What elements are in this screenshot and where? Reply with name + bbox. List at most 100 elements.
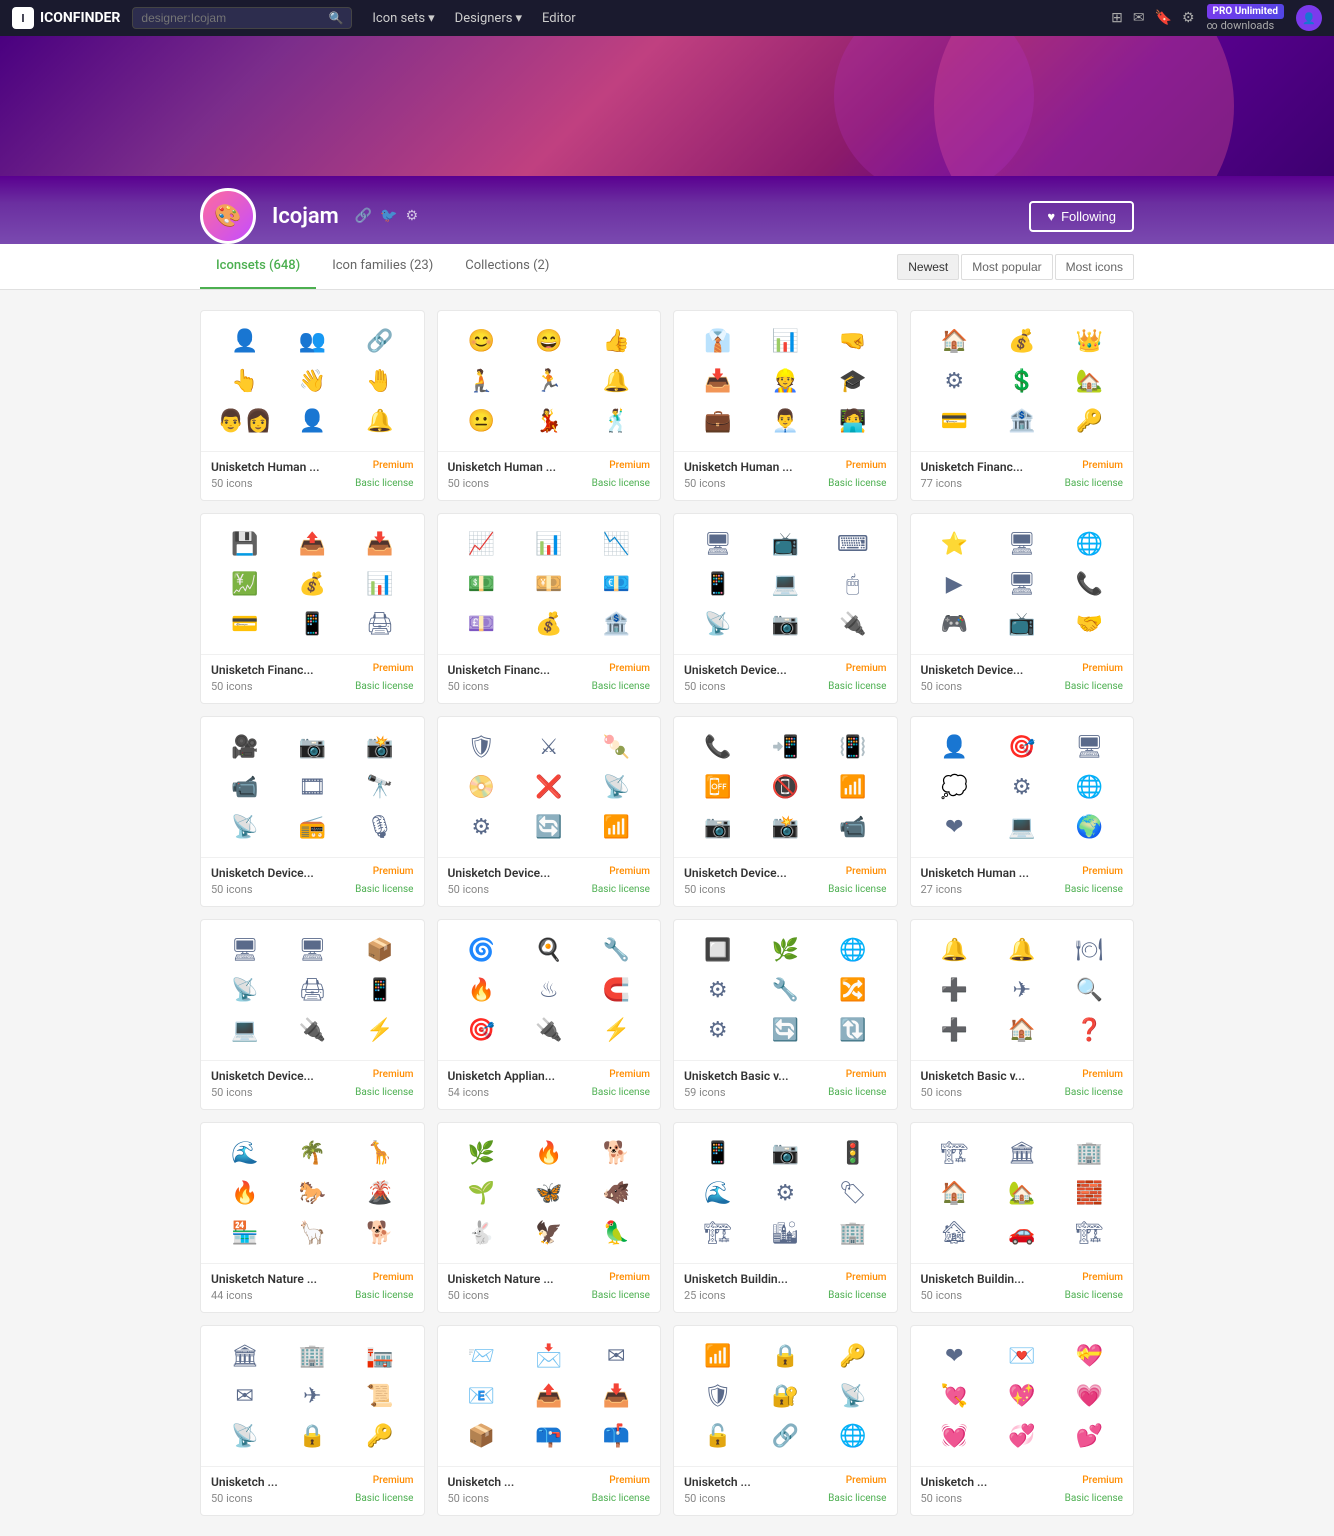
icon-symbol: 👤 bbox=[923, 729, 987, 765]
nav-icon-sets[interactable]: Icon sets ▾ bbox=[364, 7, 442, 30]
icon-symbol: ⚙ bbox=[923, 363, 987, 399]
profile-avatar: 🎨 bbox=[200, 188, 256, 244]
icon-card[interactable]: 💾📤📥💹💰📊💳📱🖨 Unisketch Financ... Premium 50… bbox=[200, 513, 425, 704]
following-button[interactable]: ♥ Following bbox=[1029, 201, 1134, 232]
icon-symbol: 💷 bbox=[450, 606, 514, 642]
tab-icon-families[interactable]: Icon families (23) bbox=[316, 244, 449, 289]
icon-symbol: 💰 bbox=[990, 323, 1054, 359]
icon-symbol: 🧎 bbox=[450, 363, 514, 399]
link-icon[interactable]: 🔗 bbox=[355, 208, 372, 224]
icon-card[interactable]: 🖥📺⌨📱💻🖱📡📷🔌 Unisketch Device... Premium 50… bbox=[673, 513, 898, 704]
tab-collections[interactable]: Collections (2) bbox=[449, 244, 565, 289]
icon-card[interactable]: 🏛🏢🏣✉✈📜📡🔒🔑 Unisketch ... Premium 50 icons… bbox=[200, 1325, 425, 1516]
icon-card[interactable]: 😊😄👍🧎🏃🔔😐💃🕺 Unisketch Human ... Premium 50… bbox=[437, 310, 662, 501]
icon-card[interactable]: 👤👥🔗👆👋🤚👨‍👩👤🔔 Unisketch Human ... Premium … bbox=[200, 310, 425, 501]
sort-most-popular[interactable]: Most popular bbox=[961, 254, 1052, 280]
icon-symbol: 💓 bbox=[923, 1418, 987, 1454]
card-license: Basic license bbox=[592, 1087, 650, 1098]
icon-symbol: 🏦 bbox=[990, 403, 1054, 439]
premium-badge: Premium bbox=[373, 866, 414, 877]
card-title: Unisketch Nature ... bbox=[448, 1272, 554, 1286]
icon-symbol: ❌ bbox=[517, 769, 581, 805]
bookmark-icon[interactable]: 🔖 bbox=[1155, 10, 1172, 26]
icon-card[interactable]: 📈📊📉💵💴💶💷💰🏦 Unisketch Financ... Premium 50… bbox=[437, 513, 662, 704]
icon-card[interactable]: 🏠💰👑⚙💲🏡💳🏦🔑 Unisketch Financ... Premium 77… bbox=[910, 310, 1135, 501]
icon-symbol: 👆 bbox=[213, 363, 277, 399]
nav-designers[interactable]: Designers ▾ bbox=[447, 7, 530, 30]
icon-symbol: 📸 bbox=[754, 809, 818, 845]
icon-symbol: 📱 bbox=[686, 566, 750, 602]
icon-card[interactable]: 🏗🏛🏢🏠🏡🧱🏚🚗🏗 Unisketch Buildin... Premium 5… bbox=[910, 1122, 1135, 1313]
icon-symbol: 💃 bbox=[517, 403, 581, 439]
icon-card[interactable]: 📶🔒🔑🛡🔐📡🔓🔗🌐 Unisketch ... Premium 50 icons… bbox=[673, 1325, 898, 1516]
premium-badge: Premium bbox=[373, 663, 414, 674]
settings-icon[interactable]: ⚙ bbox=[406, 208, 419, 224]
pro-downloads: ∞ downloads bbox=[1207, 19, 1284, 32]
premium-badge: Premium bbox=[1082, 866, 1123, 877]
premium-badge: Premium bbox=[373, 460, 414, 471]
icon-card[interactable]: 🖥🖥📦📡🖨📱💻🔌⚡ Unisketch Device... Premium 50… bbox=[200, 919, 425, 1110]
icon-card[interactable]: 🛡⚔🍡📀❌📡⚙🔄📶 Unisketch Device... Premium 50… bbox=[437, 716, 662, 907]
icon-card[interactable]: ⭐🖥🌐▶🖥📞🎮📺🤝 Unisketch Device... Premium 50… bbox=[910, 513, 1135, 704]
icon-card[interactable]: 👤🎯🖥💭⚙🌐❤💻🌍 Unisketch Human ... Premium 27… bbox=[910, 716, 1135, 907]
search-input[interactable] bbox=[141, 11, 322, 25]
icon-symbol: 😊 bbox=[450, 323, 514, 359]
icon-symbol: ⚡ bbox=[348, 1012, 412, 1048]
icon-symbol: 📱 bbox=[348, 972, 412, 1008]
card-license: Basic license bbox=[1065, 681, 1123, 692]
premium-badge: Premium bbox=[609, 663, 650, 674]
icon-symbol: 🛡 bbox=[686, 1378, 750, 1414]
card-title: Unisketch ... bbox=[921, 1475, 988, 1489]
icon-card[interactable]: 📱📷🚦🌊⚙🏷🏗🏙🏢 Unisketch Buildin... Premium 2… bbox=[673, 1122, 898, 1313]
grid-icon[interactable]: ⊞ bbox=[1111, 10, 1123, 26]
icon-card[interactable]: 👔📊🤜📥👷🎓💼👨‍💼🧑‍💻 Unisketch Human ... Premiu… bbox=[673, 310, 898, 501]
icon-symbol: 💰 bbox=[517, 606, 581, 642]
icon-card[interactable]: 🔲🌿🌐⚙🔧🔀⚙🔄🔃 Unisketch Basic v... Premium 5… bbox=[673, 919, 898, 1110]
icon-symbol: 🔥 bbox=[450, 972, 514, 1008]
icon-symbol: ⚙ bbox=[450, 809, 514, 845]
card-title: Unisketch ... bbox=[211, 1475, 278, 1489]
logo-text: ICONFINDER bbox=[40, 10, 120, 26]
card-license: Basic license bbox=[1065, 884, 1123, 895]
icon-card[interactable]: ❤💌💝💘💖💗💓💞💕 Unisketch ... Premium 50 icons… bbox=[910, 1325, 1135, 1516]
icon-card[interactable]: 📞📲📳📴📵📶📷📸📹 Unisketch Device... Premium 50… bbox=[673, 716, 898, 907]
icon-symbol: 🌀 bbox=[450, 932, 514, 968]
card-title: Unisketch Human ... bbox=[921, 866, 1030, 880]
icon-symbol: 💕 bbox=[1058, 1418, 1122, 1454]
icon-symbol: ⌨ bbox=[821, 526, 885, 562]
sort-newest[interactable]: Newest bbox=[897, 254, 959, 280]
icon-card[interactable]: 📨📩✉📧📤📥📦📪📫 Unisketch ... Premium 50 icons… bbox=[437, 1325, 662, 1516]
icon-card[interactable]: 🌿🔥🐕🌱🦋🐗🐇🦅🦜 Unisketch Nature ... Premium 5… bbox=[437, 1122, 662, 1313]
icon-symbol: 🎙 bbox=[348, 809, 412, 845]
user-avatar[interactable]: 👤 bbox=[1296, 5, 1322, 31]
twitter-icon[interactable]: 🐦 bbox=[380, 208, 397, 224]
icon-symbol: 🏠 bbox=[923, 1175, 987, 1211]
icon-symbol: 📡 bbox=[213, 809, 277, 845]
icon-card[interactable]: 🔔🔔🍽➕✈🔍➕🏠❓ Unisketch Basic v... Premium 5… bbox=[910, 919, 1135, 1110]
card-count: 25 icons bbox=[684, 1289, 726, 1302]
logo[interactable]: I ICONFINDER bbox=[12, 7, 120, 29]
search-icon[interactable]: 🔍 bbox=[328, 11, 343, 25]
icon-symbol: 🏙 bbox=[754, 1215, 818, 1251]
icon-symbol: 🌿 bbox=[754, 932, 818, 968]
card-title: Unisketch Applian... bbox=[448, 1069, 556, 1083]
sort-most-icons[interactable]: Most icons bbox=[1055, 254, 1134, 280]
tab-iconsets[interactable]: Iconsets (648) bbox=[200, 244, 316, 289]
card-count: 44 icons bbox=[211, 1289, 253, 1302]
icon-card[interactable]: 🌊🌴🦒🔥🐎🌋🏪🦙🐕 Unisketch Nature ... Premium 4… bbox=[200, 1122, 425, 1313]
icon-symbol: 📷 bbox=[281, 729, 345, 765]
nav-editor[interactable]: Editor bbox=[534, 7, 584, 30]
icon-symbol: 🏢 bbox=[1058, 1135, 1122, 1171]
sort-buttons: Newest Most popular Most icons bbox=[897, 254, 1134, 280]
icon-card[interactable]: 🌀🍳🔧🔥♨🧲🎯🔌⚡ Unisketch Applian... Premium 5… bbox=[437, 919, 662, 1110]
card-license: Basic license bbox=[828, 1290, 886, 1301]
card-count: 50 icons bbox=[211, 680, 253, 693]
icon-card[interactable]: 🎥📷📸📹🎞🔭📡📻🎙 Unisketch Device... Premium 50… bbox=[200, 716, 425, 907]
pro-badge-container: PRO Unlimited ∞ downloads bbox=[1207, 4, 1284, 32]
search-bar[interactable]: 🔍 bbox=[132, 7, 352, 29]
mail-icon[interactable]: ✉ bbox=[1133, 10, 1145, 26]
icon-symbol: ▶ bbox=[923, 566, 987, 602]
icon-symbol: ⚡ bbox=[585, 1012, 649, 1048]
icon-symbol: 💞 bbox=[990, 1418, 1054, 1454]
settings-icon[interactable]: ⚙ bbox=[1182, 10, 1195, 26]
